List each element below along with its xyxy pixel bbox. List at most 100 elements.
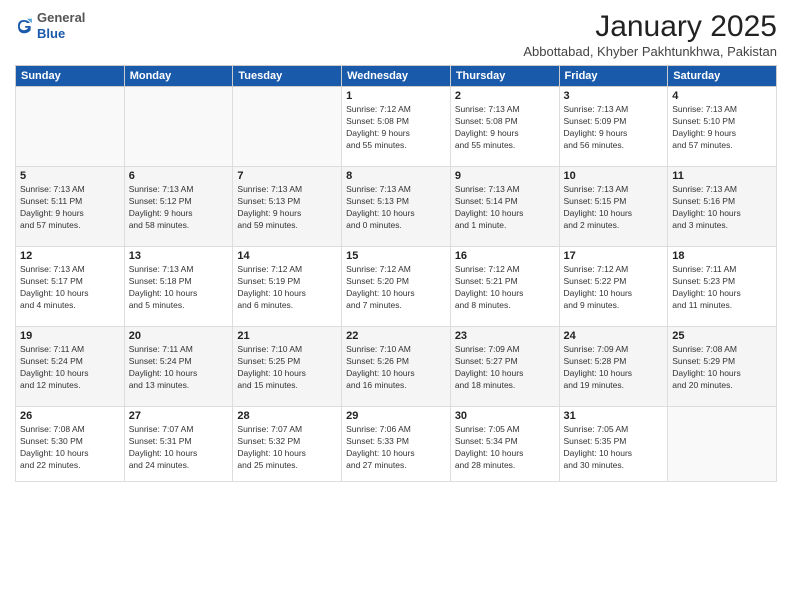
calendar-day <box>233 87 342 167</box>
day-info: Sunrise: 7:13 AM Sunset: 5:14 PM Dayligh… <box>455 184 555 232</box>
day-info: Sunrise: 7:13 AM Sunset: 5:11 PM Dayligh… <box>20 184 120 232</box>
day-info: Sunrise: 7:08 AM Sunset: 5:30 PM Dayligh… <box>20 424 120 472</box>
day-info: Sunrise: 7:10 AM Sunset: 5:25 PM Dayligh… <box>237 344 337 392</box>
calendar-day <box>16 87 125 167</box>
calendar-week-row: 26 Sunrise: 7:08 AM Sunset: 5:30 PM Dayli… <box>16 407 777 482</box>
calendar-day: 12Sunrise: 7:13 AM Sunset: 5:17 PM Dayli… <box>16 247 125 327</box>
day-number: 13 <box>129 250 229 262</box>
day-number: 11 <box>672 170 772 182</box>
day-number: 23 <box>455 330 555 342</box>
day-info: Sunrise: 7:07 AM Sunset: 5:32 PM Dayligh… <box>237 424 337 472</box>
day-number: 14 <box>237 250 337 262</box>
calendar-day: 11 Sunrise: 7:13 AM Sunset: 5:16 PM Dayli… <box>668 167 777 247</box>
day-number: 28 <box>237 410 337 422</box>
day-info: Sunrise: 7:12 AM Sunset: 5:19 PM Dayligh… <box>237 264 337 312</box>
calendar-day: 23Sunrise: 7:09 AM Sunset: 5:27 PM Dayli… <box>450 327 559 407</box>
day-info: Sunrise: 7:13 AM Sunset: 5:17 PM Dayligh… <box>20 264 120 312</box>
calendar-day: 6Sunrise: 7:13 AM Sunset: 5:12 PM Daylig… <box>124 167 233 247</box>
logo-text: General Blue <box>37 10 85 41</box>
subtitle: Abbottabad, Khyber Pakhtunkhwa, Pakistan <box>523 44 777 59</box>
day-info: Sunrise: 7:09 AM Sunset: 5:28 PM Dayligh… <box>564 344 664 392</box>
day-number: 27 <box>129 410 229 422</box>
weekday-header-tuesday: Tuesday <box>233 66 342 87</box>
calendar-day: 25 Sunrise: 7:08 AM Sunset: 5:29 PM Dayli… <box>668 327 777 407</box>
day-number: 9 <box>455 170 555 182</box>
day-info: Sunrise: 7:13 AM Sunset: 5:13 PM Dayligh… <box>237 184 337 232</box>
day-info: Sunrise: 7:06 AM Sunset: 5:33 PM Dayligh… <box>346 424 446 472</box>
page: General Blue January 2025 Abbottabad, Kh… <box>0 0 792 612</box>
calendar-week-row: 19Sunrise: 7:11 AM Sunset: 5:24 PM Dayli… <box>16 327 777 407</box>
calendar-day: 20 Sunrise: 7:11 AM Sunset: 5:24 PM Dayli… <box>124 327 233 407</box>
calendar-day: 18 Sunrise: 7:11 AM Sunset: 5:23 PM Dayli… <box>668 247 777 327</box>
day-number: 3 <box>564 90 664 102</box>
day-info: Sunrise: 7:11 AM Sunset: 5:23 PM Dayligh… <box>672 264 772 312</box>
day-info: Sunrise: 7:07 AM Sunset: 5:31 PM Dayligh… <box>129 424 229 472</box>
calendar-day: 27 Sunrise: 7:07 AM Sunset: 5:31 PM Dayli… <box>124 407 233 482</box>
day-number: 26 <box>20 410 120 422</box>
day-number: 1 <box>346 90 446 102</box>
day-info: Sunrise: 7:08 AM Sunset: 5:29 PM Dayligh… <box>672 344 772 392</box>
day-info: Sunrise: 7:11 AM Sunset: 5:24 PM Dayligh… <box>129 344 229 392</box>
calendar-day: 31Sunrise: 7:05 AM Sunset: 5:35 PM Dayli… <box>559 407 668 482</box>
day-number: 30 <box>455 410 555 422</box>
logo-icon <box>15 17 33 35</box>
calendar-day: 24 Sunrise: 7:09 AM Sunset: 5:28 PM Dayli… <box>559 327 668 407</box>
calendar-day: 3 Sunrise: 7:13 AM Sunset: 5:09 PM Daylig… <box>559 87 668 167</box>
day-number: 16 <box>455 250 555 262</box>
weekday-header-friday: Friday <box>559 66 668 87</box>
title-section: January 2025 Abbottabad, Khyber Pakhtunk… <box>523 10 777 59</box>
calendar-week-row: 1Sunrise: 7:12 AM Sunset: 5:08 PM Daylig… <box>16 87 777 167</box>
day-info: Sunrise: 7:13 AM Sunset: 5:08 PM Dayligh… <box>455 104 555 152</box>
day-info: Sunrise: 7:13 AM Sunset: 5:18 PM Dayligh… <box>129 264 229 312</box>
day-number: 10 <box>564 170 664 182</box>
logo-general: General <box>37 10 85 25</box>
day-number: 8 <box>346 170 446 182</box>
calendar: SundayMondayTuesdayWednesdayThursdayFrid… <box>15 65 777 482</box>
day-info: Sunrise: 7:13 AM Sunset: 5:15 PM Dayligh… <box>564 184 664 232</box>
calendar-day: 9 Sunrise: 7:13 AM Sunset: 5:14 PM Daylig… <box>450 167 559 247</box>
day-info: Sunrise: 7:13 AM Sunset: 5:12 PM Dayligh… <box>129 184 229 232</box>
logo: General Blue <box>15 10 85 41</box>
calendar-day: 8 Sunrise: 7:13 AM Sunset: 5:13 PM Daylig… <box>342 167 451 247</box>
calendar-day: 16 Sunrise: 7:12 AM Sunset: 5:21 PM Dayli… <box>450 247 559 327</box>
calendar-day: 26 Sunrise: 7:08 AM Sunset: 5:30 PM Dayli… <box>16 407 125 482</box>
day-number: 15 <box>346 250 446 262</box>
day-number: 31 <box>564 410 664 422</box>
main-title: January 2025 <box>523 10 777 44</box>
calendar-day: 5Sunrise: 7:13 AM Sunset: 5:11 PM Daylig… <box>16 167 125 247</box>
calendar-day <box>668 407 777 482</box>
day-info: Sunrise: 7:12 AM Sunset: 5:22 PM Dayligh… <box>564 264 664 312</box>
calendar-day: 17 Sunrise: 7:12 AM Sunset: 5:22 PM Dayli… <box>559 247 668 327</box>
calendar-day: 2 Sunrise: 7:13 AM Sunset: 5:08 PM Daylig… <box>450 87 559 167</box>
day-number: 2 <box>455 90 555 102</box>
day-info: Sunrise: 7:05 AM Sunset: 5:34 PM Dayligh… <box>455 424 555 472</box>
weekday-header-row: SundayMondayTuesdayWednesdayThursdayFrid… <box>16 66 777 87</box>
day-info: Sunrise: 7:10 AM Sunset: 5:26 PM Dayligh… <box>346 344 446 392</box>
day-info: Sunrise: 7:11 AM Sunset: 5:24 PM Dayligh… <box>20 344 120 392</box>
day-info: Sunrise: 7:13 AM Sunset: 5:09 PM Dayligh… <box>564 104 664 152</box>
calendar-day: 29 Sunrise: 7:06 AM Sunset: 5:33 PM Dayli… <box>342 407 451 482</box>
day-number: 24 <box>564 330 664 342</box>
calendar-day: 28 Sunrise: 7:07 AM Sunset: 5:32 PM Dayli… <box>233 407 342 482</box>
day-info: Sunrise: 7:13 AM Sunset: 5:16 PM Dayligh… <box>672 184 772 232</box>
logo-blue: Blue <box>37 26 65 41</box>
calendar-day: 21Sunrise: 7:10 AM Sunset: 5:25 PM Dayli… <box>233 327 342 407</box>
calendar-day: 15Sunrise: 7:12 AM Sunset: 5:20 PM Dayli… <box>342 247 451 327</box>
day-number: 20 <box>129 330 229 342</box>
weekday-header-wednesday: Wednesday <box>342 66 451 87</box>
day-number: 29 <box>346 410 446 422</box>
day-number: 4 <box>672 90 772 102</box>
calendar-day: 1Sunrise: 7:12 AM Sunset: 5:08 PM Daylig… <box>342 87 451 167</box>
weekday-header-thursday: Thursday <box>450 66 559 87</box>
calendar-day: 19Sunrise: 7:11 AM Sunset: 5:24 PM Dayli… <box>16 327 125 407</box>
calendar-day: 10 Sunrise: 7:13 AM Sunset: 5:15 PM Dayli… <box>559 167 668 247</box>
calendar-day <box>124 87 233 167</box>
calendar-day: 14 Sunrise: 7:12 AM Sunset: 5:19 PM Dayli… <box>233 247 342 327</box>
day-number: 25 <box>672 330 772 342</box>
day-number: 17 <box>564 250 664 262</box>
day-number: 18 <box>672 250 772 262</box>
day-info: Sunrise: 7:12 AM Sunset: 5:21 PM Dayligh… <box>455 264 555 312</box>
weekday-header-sunday: Sunday <box>16 66 125 87</box>
day-info: Sunrise: 7:13 AM Sunset: 5:13 PM Dayligh… <box>346 184 446 232</box>
day-info: Sunrise: 7:13 AM Sunset: 5:10 PM Dayligh… <box>672 104 772 152</box>
